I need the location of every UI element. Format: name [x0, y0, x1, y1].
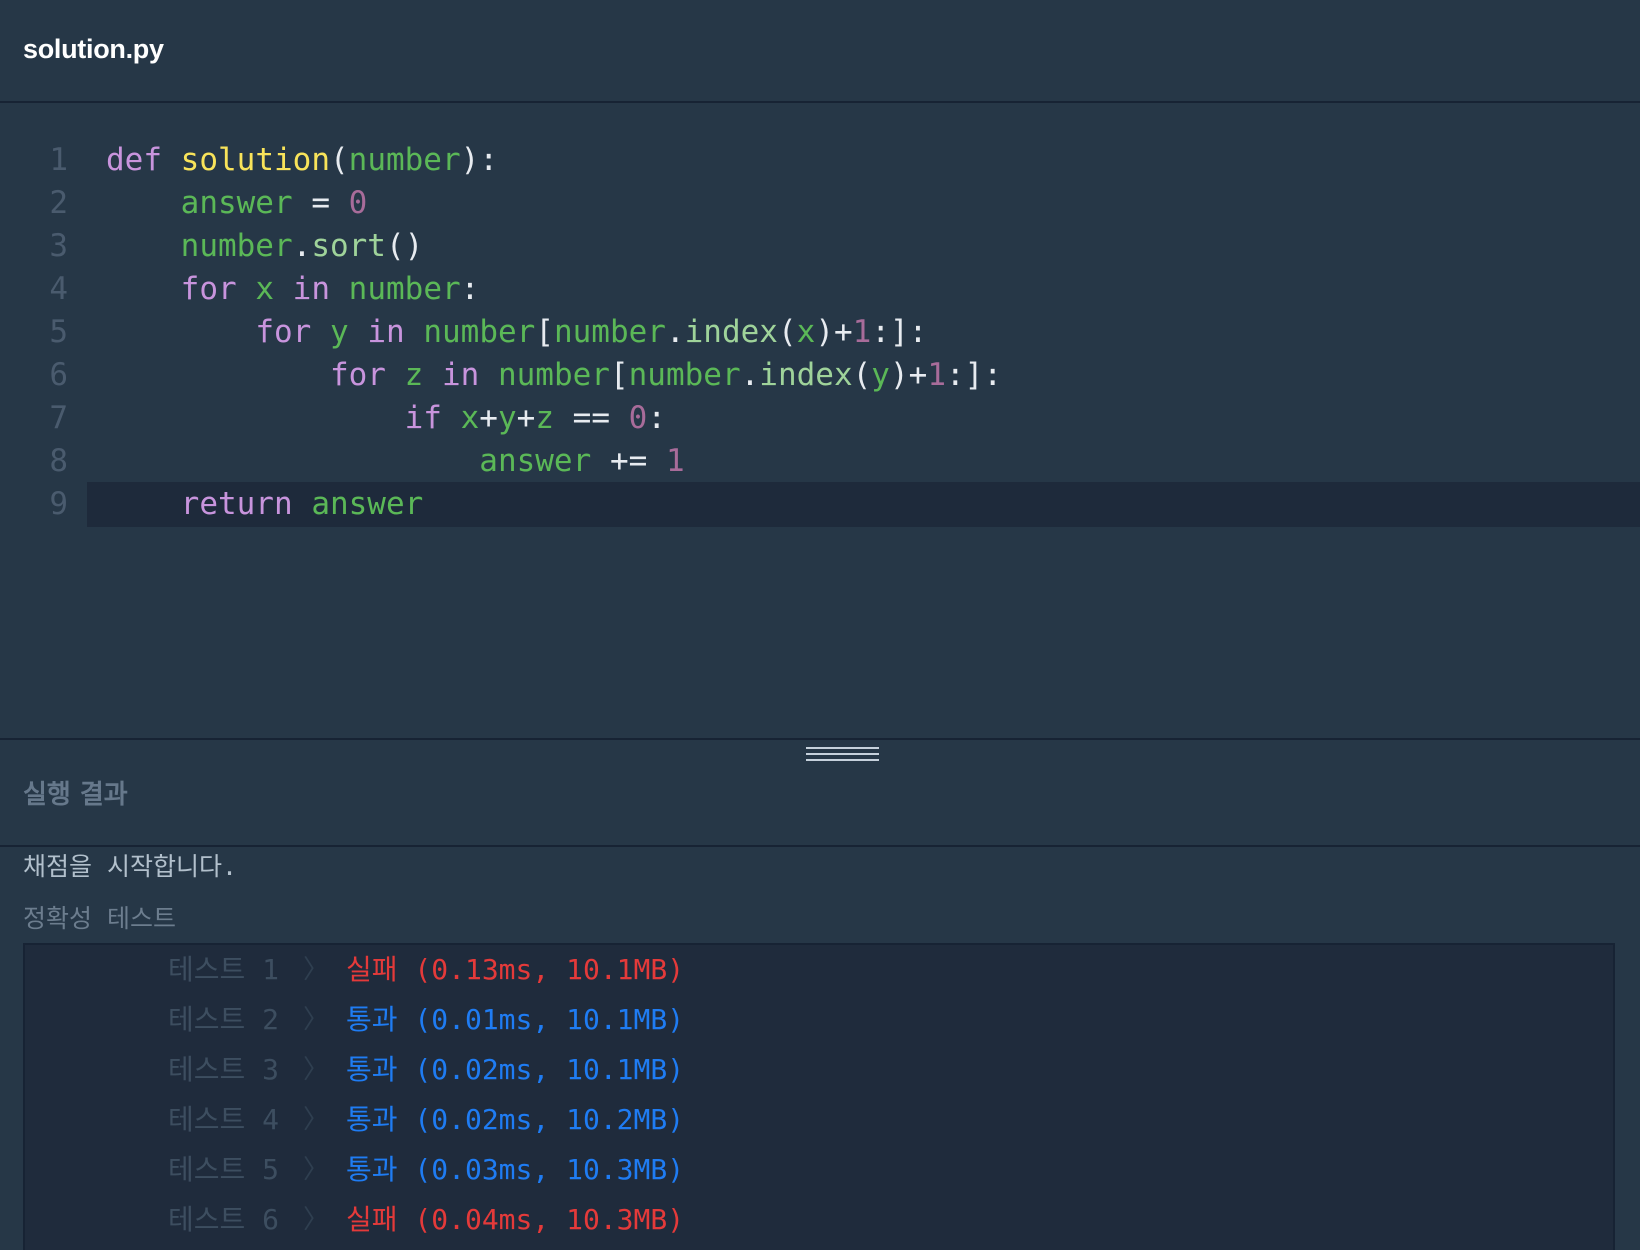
test-status-fail: 실패 (0.13ms, 10.1MB) — [346, 945, 684, 995]
code-line[interactable]: 4 for x in number: — [0, 267, 1640, 312]
chevron-right-icon: 〉 — [303, 1055, 330, 1085]
test-name: 테스트 1 — [168, 953, 279, 986]
chevron-right-icon: 〉 — [303, 955, 330, 985]
test-name: 테스트 6 — [168, 1203, 279, 1236]
line-number: 3 — [49, 228, 68, 264]
grading-message: 채점을 시작합니다. — [23, 852, 238, 881]
line-number: 4 — [49, 271, 68, 307]
test-status-pass: 통과 (0.02ms, 10.1MB) — [346, 1045, 684, 1095]
code-text[interactable]: for y in number[number.index(x)+1:]: — [106, 310, 927, 355]
test-status-fail: 실패 (0.04ms, 10.3MB) — [346, 1195, 684, 1245]
results-panel-body: 채점을 시작합니다. 정확성 테스트 테스트 1 〉 실패 (0.13ms, 10.… — [0, 847, 1640, 1250]
test-status-label: 실패 — [346, 953, 398, 986]
line-number: 5 — [49, 314, 68, 350]
line-number: 7 — [49, 400, 68, 436]
panel-resize-handle[interactable] — [806, 747, 879, 767]
code-line[interactable]: 7 if x+y+z == 0: — [0, 396, 1640, 441]
code-text[interactable]: for x in number: — [106, 267, 480, 312]
test-status-label: 통과 — [346, 1103, 398, 1136]
line-number: 6 — [49, 357, 68, 393]
code-line[interactable]: 1 def solution(number): — [0, 138, 1640, 183]
chevron-right-icon: 〉 — [303, 1205, 330, 1235]
test-metrics: (0.04ms, 10.3MB) — [414, 1203, 685, 1236]
code-text[interactable]: def solution(number): — [106, 138, 498, 183]
code-editor[interactable]: 1 def solution(number): 2 answer = 03 numb… — [0, 103, 1640, 738]
code-line[interactable]: 6 for z in number[number.index(y)+1:]: — [0, 353, 1640, 398]
code-line[interactable]: 3 number.sort() — [0, 224, 1640, 269]
line-number: 8 — [49, 443, 68, 479]
test-result-row: 테스트 1 〉 실패 (0.13ms, 10.1MB) — [25, 945, 1613, 995]
chevron-right-icon: 〉 — [303, 1005, 330, 1035]
test-result-row: 테스트 2 〉 통과 (0.01ms, 10.1MB) — [25, 995, 1613, 1045]
test-name: 테스트 3 — [168, 1053, 279, 1086]
test-result-row: 테스트 5 〉 통과 (0.03ms, 10.3MB) — [25, 1145, 1613, 1195]
test-status-label: 통과 — [346, 1053, 398, 1086]
test-status-pass: 통과 (0.02ms, 10.2MB) — [346, 1095, 684, 1145]
chevron-right-icon: 〉 — [303, 1105, 330, 1135]
code-line[interactable]: 2 answer = 0 — [0, 181, 1640, 226]
code-line[interactable]: 5 for y in number[number.index(x)+1:]: — [0, 310, 1640, 355]
test-metrics: (0.13ms, 10.1MB) — [414, 953, 685, 986]
code-line[interactable]: 9 return answer — [0, 482, 1640, 527]
test-status-pass: 통과 (0.03ms, 10.3MB) — [346, 1145, 684, 1195]
test-result-row: 테스트 3 〉 통과 (0.02ms, 10.1MB) — [25, 1045, 1613, 1095]
test-name: 테스트 5 — [168, 1153, 279, 1186]
test-result-row: 테스트 6 〉 실패 (0.04ms, 10.3MB) — [25, 1195, 1613, 1245]
line-number: 2 — [49, 185, 68, 221]
code-text[interactable]: for z in number[number.index(y)+1:]: — [106, 353, 1002, 398]
line-number: 9 — [49, 486, 68, 522]
test-metrics: (0.02ms, 10.2MB) — [414, 1103, 685, 1136]
editor-header: solution.py — [0, 0, 1640, 103]
accuracy-test-label: 정확성 테스트 — [23, 904, 177, 933]
code-text[interactable]: number.sort() — [106, 224, 424, 269]
results-title: 실행 결과 — [23, 780, 128, 810]
code-text[interactable]: if x+y+z == 0: — [106, 396, 666, 441]
test-metrics: (0.02ms, 10.1MB) — [414, 1053, 685, 1086]
test-status-label: 통과 — [346, 1003, 398, 1036]
file-name-tab[interactable]: solution.py — [23, 34, 164, 65]
code-line[interactable]: 8 answer += 1 — [0, 439, 1640, 484]
code-text[interactable]: answer = 0 — [106, 181, 368, 226]
code-text[interactable]: answer += 1 — [106, 439, 684, 484]
test-name: 테스트 4 — [168, 1103, 279, 1136]
chevron-right-icon: 〉 — [303, 1155, 330, 1185]
test-status-pass: 통과 (0.01ms, 10.1MB) — [346, 995, 684, 1045]
test-metrics: (0.03ms, 10.3MB) — [414, 1153, 685, 1186]
results-panel-header: 실행 결과 — [0, 738, 1640, 847]
code-text[interactable]: return answer — [106, 482, 424, 527]
test-status-label: 실패 — [346, 1203, 398, 1236]
test-status-label: 통과 — [346, 1153, 398, 1186]
line-number: 1 — [49, 142, 68, 178]
test-name: 테스트 2 — [168, 1003, 279, 1036]
test-results-list: 테스트 1 〉 실패 (0.13ms, 10.1MB) 테스트 2 〉 통과 (0.01m… — [23, 943, 1615, 1250]
test-result-row: 테스트 4 〉 통과 (0.02ms, 10.2MB) — [25, 1095, 1613, 1145]
test-metrics: (0.01ms, 10.1MB) — [414, 1003, 685, 1036]
